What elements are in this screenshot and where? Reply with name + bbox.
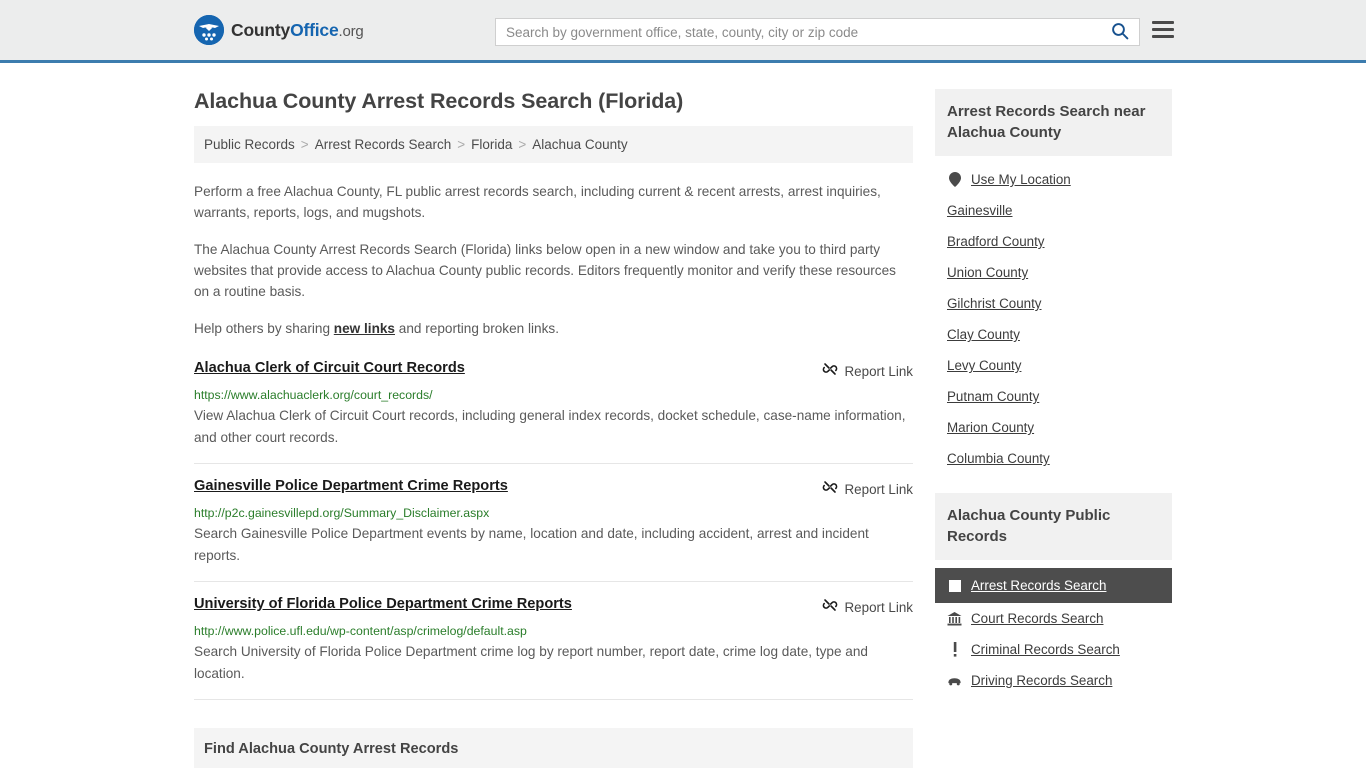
main-column: Alachua County Arrest Records Search (Fl… bbox=[194, 63, 913, 768]
report-link-label: Report Link bbox=[844, 363, 913, 379]
sidebar-link-label[interactable]: Levy County bbox=[947, 358, 1021, 373]
nearby-panel-list: Use My Location Gainesville Bradford Cou… bbox=[935, 156, 1172, 474]
intro-paragraph-2: The Alachua County Arrest Records Search… bbox=[194, 241, 896, 300]
nearby-panel-heading: Arrest Records Search near Alachua Count… bbox=[935, 89, 1172, 156]
sidebar-item-marion-county[interactable]: Marion County bbox=[935, 412, 1172, 443]
sidebar-item-gilchrist-county[interactable]: Gilchrist County bbox=[935, 288, 1172, 319]
link-entry-description: Search University of Florida Police Depa… bbox=[194, 644, 868, 682]
sidebar-link-label[interactable]: Criminal Records Search bbox=[971, 642, 1120, 657]
hamburger-menu-icon[interactable] bbox=[1152, 21, 1174, 38]
report-link-label: Report Link bbox=[844, 482, 913, 497]
share-text-before: Help others by sharing bbox=[194, 320, 334, 336]
logo-org-text: .org bbox=[338, 22, 364, 40]
breadcrumb-separator: > bbox=[300, 137, 309, 152]
sidebar-link-label[interactable]: Marion County bbox=[947, 420, 1034, 435]
sidebar-item-putnam-county[interactable]: Putnam County bbox=[935, 381, 1172, 412]
search-icon bbox=[1111, 22, 1129, 43]
breadcrumb-item-florida[interactable]: Florida bbox=[471, 137, 512, 152]
broken-link-icon bbox=[822, 361, 838, 382]
sidebar-item-columbia-county[interactable]: Columbia County bbox=[935, 443, 1172, 474]
square-icon bbox=[947, 578, 962, 593]
site-header: CountyOffice.org bbox=[0, 0, 1366, 63]
intro-text: Perform a free Alachua County, FL public… bbox=[194, 181, 913, 339]
records-panel-heading: Alachua County Public Records bbox=[935, 493, 1172, 560]
map-pin-icon bbox=[947, 172, 962, 187]
report-link-button[interactable]: Report Link bbox=[822, 478, 913, 500]
sidebar: Arrest Records Search near Alachua Count… bbox=[935, 89, 1172, 696]
link-entry-url[interactable]: http://p2c.gainesvillepd.org/Summary_Dis… bbox=[194, 506, 913, 520]
logo-wordmark: CountyOffice.org bbox=[231, 20, 364, 41]
sidebar-item-court-records-search[interactable]: Court Records Search bbox=[935, 603, 1172, 634]
sidebar-link-label[interactable]: Driving Records Search bbox=[971, 673, 1112, 688]
link-entry-header: Alachua Clerk of Circuit Court Records R… bbox=[194, 360, 913, 382]
link-entry-title[interactable]: Alachua Clerk of Circuit Court Records bbox=[194, 360, 465, 378]
breadcrumb-separator: > bbox=[457, 137, 466, 152]
report-link-button[interactable]: Report Link bbox=[822, 596, 913, 618]
link-entry-header: Gainesville Police Department Crime Repo… bbox=[194, 478, 913, 500]
page-container: Alachua County Arrest Records Search (Fl… bbox=[0, 63, 1366, 768]
breadcrumb-item-arrest-records-search[interactable]: Arrest Records Search bbox=[315, 137, 452, 152]
new-links-link[interactable]: new links bbox=[334, 321, 395, 336]
breadcrumb: Public Records > Arrest Records Search > Flo… bbox=[194, 126, 913, 163]
link-entry: Alachua Clerk of Circuit Court Records R… bbox=[194, 360, 913, 464]
courthouse-icon bbox=[947, 611, 962, 626]
breadcrumb-item-public-records[interactable]: Public Records bbox=[204, 137, 295, 152]
exclamation-icon bbox=[947, 642, 962, 657]
sidebar-item-criminal-records-search[interactable]: Criminal Records Search bbox=[935, 634, 1172, 665]
sidebar-link-label[interactable]: Gilchrist County bbox=[947, 296, 1042, 311]
sidebar-item-levy-county[interactable]: Levy County bbox=[935, 350, 1172, 381]
sidebar-link-label[interactable]: Use My Location bbox=[971, 172, 1071, 187]
sidebar-link-label[interactable]: Columbia County bbox=[947, 451, 1050, 466]
intro-paragraph-1: Perform a free Alachua County, FL public… bbox=[194, 184, 881, 221]
sidebar-link-label[interactable]: Union County bbox=[947, 265, 1028, 280]
link-entry: Gainesville Police Department Crime Repo… bbox=[194, 464, 913, 583]
sidebar-link-label[interactable]: Putnam County bbox=[947, 389, 1039, 404]
report-link-label: Report Link bbox=[844, 600, 913, 616]
sidebar-item-bradford-county[interactable]: Bradford County bbox=[935, 226, 1172, 257]
search-button[interactable] bbox=[1101, 19, 1139, 45]
page-title: Alachua County Arrest Records Search (Fl… bbox=[194, 89, 684, 113]
sidebar-item-arrest-records-search[interactable]: Arrest Records Search bbox=[935, 568, 1172, 603]
link-entry-url[interactable]: http://www.police.ufl.edu/wp-content/asp… bbox=[194, 624, 913, 638]
sidebar-item-union-county[interactable]: Union County bbox=[935, 257, 1172, 288]
intro-paragraph-3: Help others by sharing new links and rep… bbox=[194, 318, 913, 339]
sidebar-item-driving-records-search[interactable]: Driving Records Search bbox=[935, 665, 1172, 696]
share-text-after: and reporting broken links. bbox=[395, 320, 559, 336]
hamburger-bar bbox=[1152, 35, 1174, 38]
logo-office-text: Office bbox=[290, 19, 339, 40]
search-input[interactable] bbox=[496, 19, 1101, 45]
sidebar-link-label[interactable]: Clay County bbox=[947, 327, 1020, 342]
hamburger-bar bbox=[1152, 28, 1174, 31]
link-entry-url[interactable]: https://www.alachuaclerk.org/court_recor… bbox=[194, 388, 913, 402]
breadcrumb-item-alachua-county[interactable]: Alachua County bbox=[532, 137, 627, 152]
search-bar[interactable] bbox=[495, 18, 1140, 46]
sidebar-item-gainesville[interactable]: Gainesville bbox=[935, 195, 1172, 226]
eagle-seal-icon bbox=[194, 15, 224, 45]
report-link-button[interactable]: Report Link bbox=[822, 360, 913, 382]
logo-county-text: County bbox=[231, 19, 291, 40]
link-entry-title[interactable]: Gainesville Police Department Crime Repo… bbox=[194, 478, 508, 496]
records-panel-list: Arrest Records Search Court Records Sear… bbox=[935, 560, 1172, 696]
sidebar-link-label[interactable]: Bradford County bbox=[947, 234, 1045, 249]
sidebar-link-label[interactable]: Court Records Search bbox=[971, 611, 1103, 626]
resource-links-list: Alachua Clerk of Circuit Court Records R… bbox=[194, 360, 913, 701]
content-row: Alachua County Arrest Records Search (Fl… bbox=[194, 63, 1172, 768]
site-logo[interactable]: CountyOffice.org bbox=[194, 15, 364, 45]
link-entry-description: Search Gainesville Police Department eve… bbox=[194, 526, 869, 564]
sidebar-item-clay-county[interactable]: Clay County bbox=[935, 319, 1172, 350]
find-section-heading: Find Alachua County Arrest Records bbox=[194, 728, 913, 768]
sidebar-link-label[interactable]: Arrest Records Search bbox=[971, 578, 1106, 593]
sidebar-item-use-my-location[interactable]: Use My Location bbox=[935, 164, 1172, 195]
link-entry: University of Florida Police Department … bbox=[194, 582, 913, 701]
broken-link-icon bbox=[822, 597, 838, 618]
link-entry-description: View Alachua Clerk of Circuit Court reco… bbox=[194, 407, 906, 445]
hamburger-bar bbox=[1152, 21, 1174, 24]
link-entry-title[interactable]: University of Florida Police Department … bbox=[194, 596, 572, 614]
car-icon bbox=[947, 673, 962, 688]
link-entry-header: University of Florida Police Department … bbox=[194, 596, 913, 618]
sidebar-link-label[interactable]: Gainesville bbox=[947, 203, 1013, 218]
breadcrumb-separator: > bbox=[518, 137, 527, 152]
broken-link-icon bbox=[822, 479, 838, 500]
